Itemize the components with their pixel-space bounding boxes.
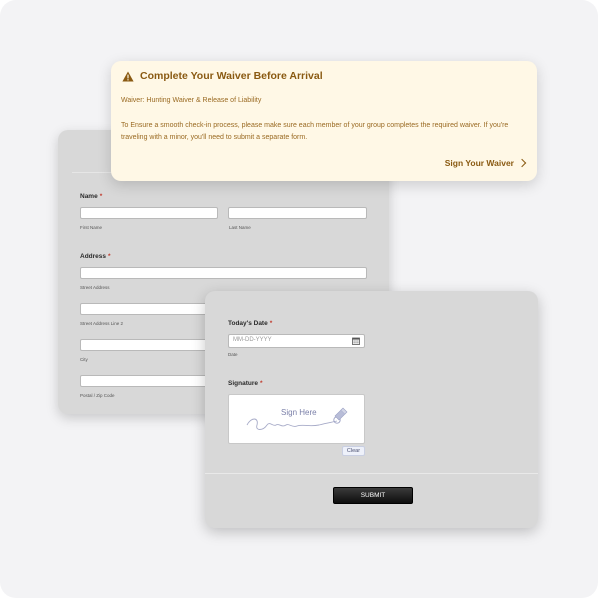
first-name-sublabel: First Name <box>80 225 103 230</box>
signature-scribble-icon <box>246 407 348 430</box>
street-address-line2-sublabel: Street Address Line 2 <box>80 321 124 326</box>
clear-signature-button[interactable]: Clear <box>342 446 365 456</box>
banner-subtitle: Waiver: Hunting Waiver & Release of Liab… <box>121 97 262 104</box>
form-footer-divider <box>205 473 538 474</box>
signature-pad[interactable]: Sign Here <box>228 394 365 444</box>
postal-code-sublabel: Postal / Zip Code <box>80 393 115 398</box>
address-label: Address * <box>80 253 111 260</box>
city-sublabel: City <box>80 357 88 362</box>
first-name-input[interactable] <box>80 207 218 219</box>
waiver-banner: Complete Your Waiver Before Arrival Waiv… <box>111 61 537 181</box>
signature-form-card: Today's Date * MM-DD-YYYY Date Signature *… <box>205 291 538 528</box>
street-address-line2-input[interactable] <box>80 303 218 315</box>
chevron-right-icon <box>517 158 527 168</box>
date-input[interactable]: MM-DD-YYYY <box>228 334 365 348</box>
date-placeholder: MM-DD-YYYY <box>233 337 272 343</box>
last-name-input[interactable] <box>228 207 367 219</box>
warning-triangle-icon <box>122 71 134 82</box>
postal-code-input[interactable] <box>80 375 218 387</box>
calendar-icon[interactable] <box>352 337 360 345</box>
name-label: Name * <box>80 193 103 200</box>
signature-label: Signature * <box>228 380 263 387</box>
street-address-sublabel: Street Address <box>80 285 110 290</box>
date-sublabel: Date <box>228 352 238 357</box>
banner-title: Complete Your Waiver Before Arrival <box>140 70 323 82</box>
todays-date-label: Today's Date * <box>228 320 273 327</box>
city-input[interactable] <box>80 339 218 351</box>
last-name-sublabel: Last Name <box>229 225 251 230</box>
street-address-input[interactable] <box>80 267 367 279</box>
sign-waiver-label: Sign Your Waiver <box>444 158 514 168</box>
submit-button[interactable]: SUBMIT <box>333 487 413 504</box>
banner-body: To Ensure a smooth check-in process, ple… <box>121 122 509 141</box>
sign-waiver-link[interactable]: Sign Your Waiver <box>444 158 527 168</box>
